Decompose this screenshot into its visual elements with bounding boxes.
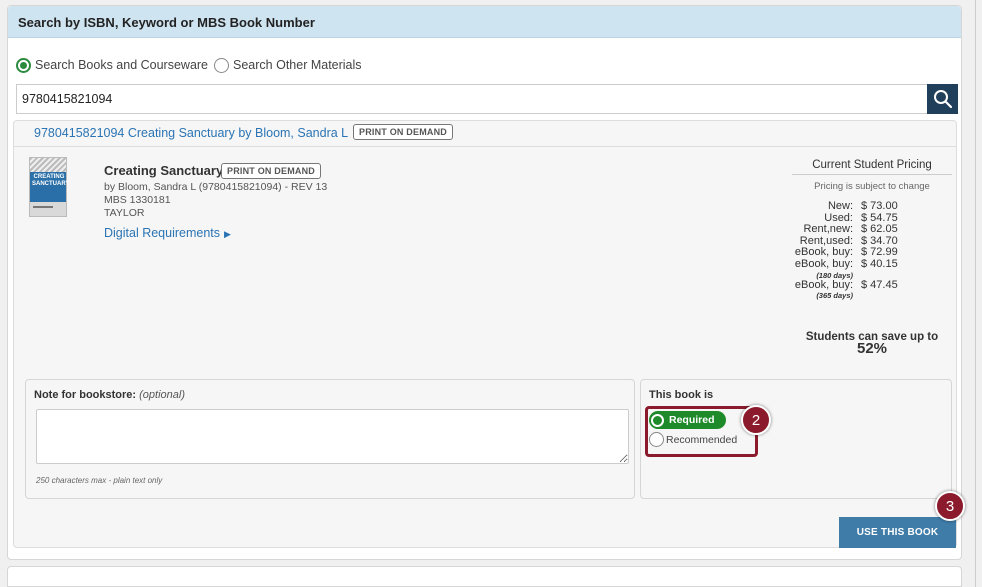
panel-title: Search by ISBN, Keyword or MBS Book Numb…	[18, 15, 315, 30]
search-books-radio[interactable]	[16, 57, 31, 73]
digital-requirements-label: Digital Requirements	[104, 226, 221, 240]
book-publisher: TAYLOR	[104, 207, 145, 219]
cover-title: CREATING SANCTUARY	[32, 174, 70, 187]
required-label: Required	[669, 414, 715, 426]
price-row: New: $ 73.00	[792, 200, 952, 213]
price-label: New:	[827, 200, 853, 212]
required-option[interactable]: Required	[649, 411, 726, 429]
price-label: eBook, buy:	[794, 278, 853, 291]
caret-right-icon: ▶	[224, 229, 231, 239]
price-list: New: $ 73.00 Used: $ 54.75 Rent,new: $ 62.0…	[792, 200, 952, 301]
search-books-label[interactable]: Search Books and Courseware	[35, 58, 208, 72]
savings-summary: Students can save up to 52%	[792, 331, 952, 357]
price-duration: (365 days)	[816, 291, 853, 301]
search-icon	[934, 90, 953, 109]
price-label: eBook, buy:	[794, 257, 853, 270]
bookstore-note-textarea[interactable]	[36, 409, 629, 464]
note-hint: 250 characters max - plain text only	[36, 476, 163, 485]
book-details: by Bloom, Sandra L (9780415821094) - REV…	[104, 181, 327, 220]
note-label: Note for bookstore: (optional)	[34, 389, 185, 401]
search-other-label[interactable]: Search Other Materials	[233, 58, 362, 72]
price-row: eBook, buy: $ 47.45	[792, 278, 952, 292]
search-panel: Search by ISBN, Keyword or MBS Book Numb…	[7, 5, 962, 560]
required-radio[interactable]	[651, 413, 664, 427]
price-value: $ 47.45	[861, 278, 898, 291]
search-mode-group: Search Books and Courseware Search Other…	[16, 57, 368, 73]
note-optional-text: (optional)	[139, 389, 185, 401]
book-title: Creating Sanctuary	[104, 163, 224, 178]
savings-percent: 52%	[856, 340, 888, 357]
note-label-text: Note for bookstore:	[34, 389, 137, 401]
next-panel-edge	[7, 566, 962, 587]
recommended-option[interactable]: Recommended	[649, 432, 737, 447]
result-header: 9780415821094 Creating Sanctuary by Bloo…	[14, 121, 956, 147]
requirement-label: This book is	[649, 389, 714, 401]
search-input[interactable]	[16, 84, 927, 114]
requirement-section: This book is Required Recommended	[640, 379, 952, 499]
step-callout-2: 2	[741, 405, 771, 435]
book-mbs-number: MBS 1330181	[104, 194, 171, 206]
book-author-line: by Bloom, Sandra L (9780415821094) - REV…	[104, 181, 328, 193]
digital-requirements-link[interactable]: Digital Requirements ▶	[104, 226, 231, 240]
book-print-on-demand-badge: PRINT ON DEMAND	[221, 163, 321, 179]
result-title-link[interactable]: 9780415821094 Creating Sanctuary by Bloo…	[34, 126, 348, 140]
recommended-radio[interactable]	[649, 432, 664, 447]
use-this-book-button[interactable]: USE THIS BOOK	[839, 517, 956, 548]
price-value: $ 73.00	[861, 200, 898, 212]
search-button[interactable]	[927, 84, 958, 114]
scroll-divider	[975, 0, 976, 587]
search-other-radio[interactable]	[214, 57, 230, 73]
pricing-panel: Current Student Pricing Pricing is subje…	[792, 159, 952, 300]
price-value: $ 40.15	[861, 257, 898, 270]
step-callout-3: 3	[935, 491, 965, 521]
pricing-note: Pricing is subject to change	[814, 181, 930, 192]
pricing-title: Current Student Pricing	[792, 159, 952, 175]
recommended-label: Recommended	[666, 433, 738, 446]
panel-header: Search by ISBN, Keyword or MBS Book Numb…	[8, 6, 961, 38]
book-result-card: 9780415821094 Creating Sanctuary by Bloo…	[13, 120, 957, 548]
bookstore-note-section: Note for bookstore: (optional) 250 chara…	[25, 379, 635, 499]
book-cover-image: CREATING SANCTUARY	[29, 157, 70, 217]
print-on-demand-badge: PRINT ON DEMAND	[353, 124, 453, 140]
price-row: eBook, buy: $ 40.15	[792, 257, 952, 271]
